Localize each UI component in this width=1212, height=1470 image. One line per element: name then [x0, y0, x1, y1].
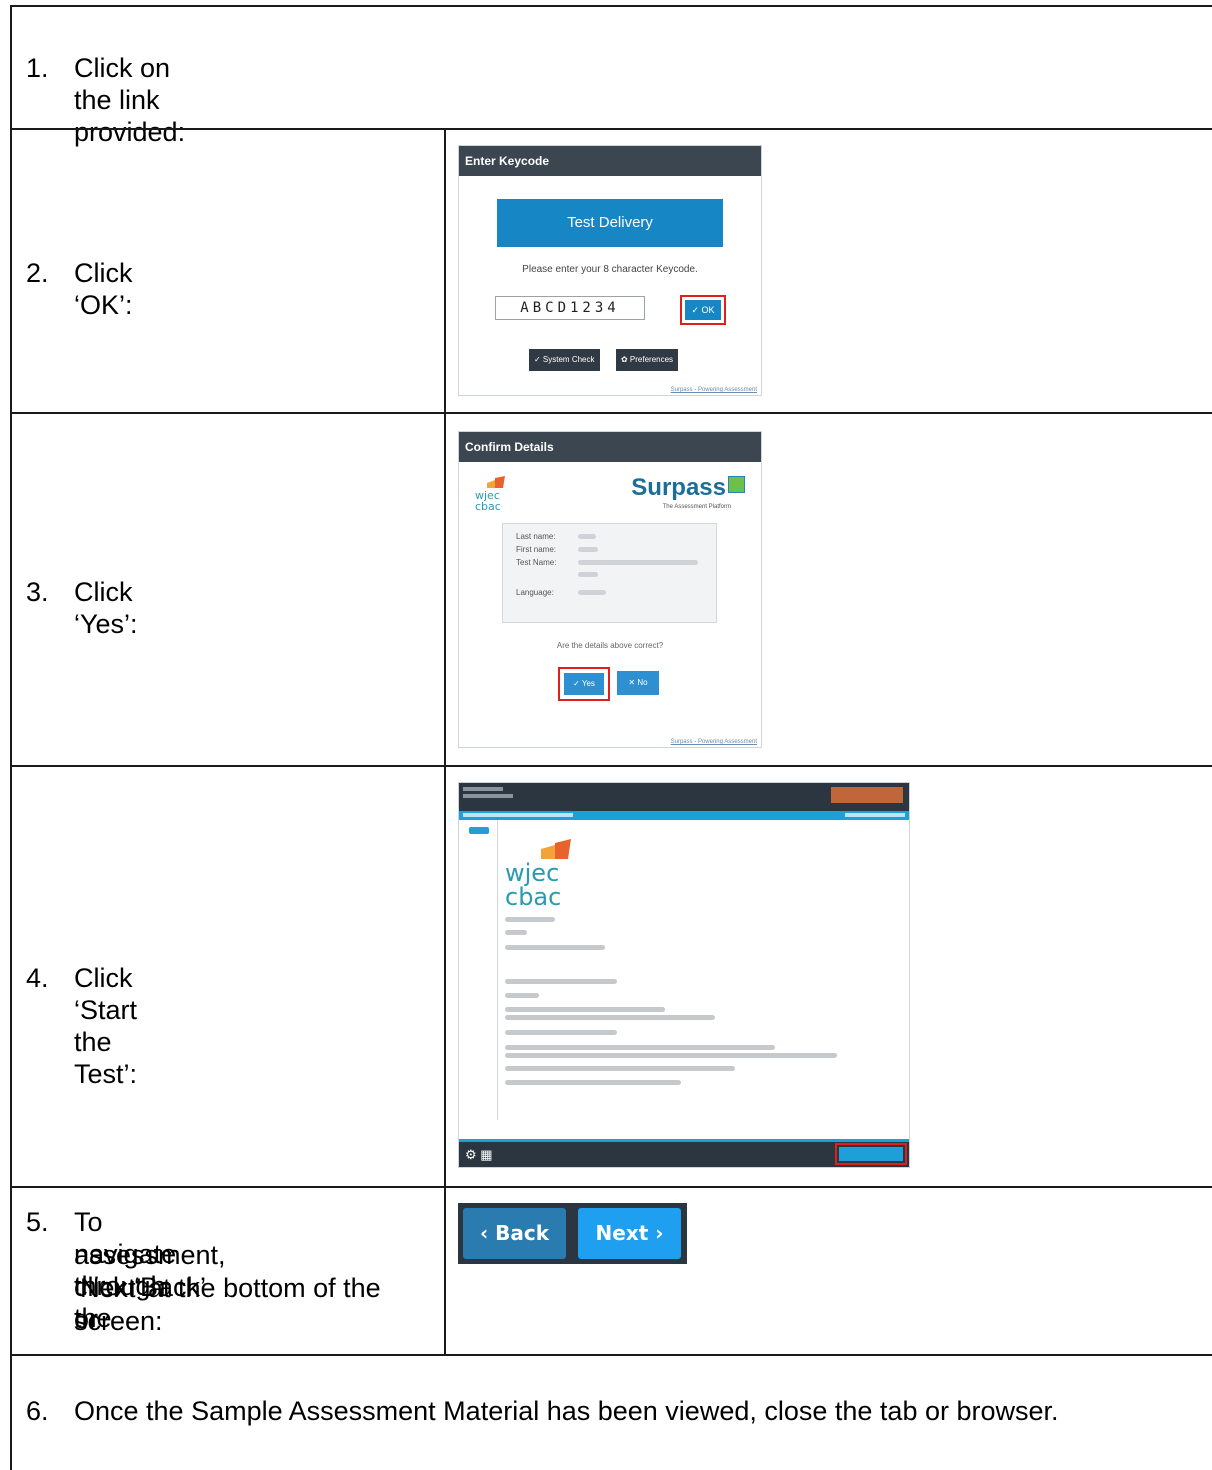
confirm-details-screenshot: Confirm Details wjec cbac Surpass The As…: [458, 431, 762, 748]
ok-highlight: ✓ OK: [680, 295, 726, 325]
step-text: Click ‘Start the Test’:: [74, 963, 138, 1089]
confirm-question: Are the details above correct?: [556, 641, 664, 650]
row-divider: [10, 1186, 1212, 1188]
next-button[interactable]: Next ›: [578, 1208, 681, 1259]
grid-icon[interactable]: ▦: [480, 1147, 492, 1162]
test-info-bar: [459, 811, 909, 820]
step-number: 4.: [26, 963, 49, 993]
surpass-brand: Surpass: [631, 474, 745, 502]
dialog-title: Enter Keycode: [459, 146, 761, 176]
step-text: Click on the link provided:: [74, 53, 186, 147]
page-tag[interactable]: [469, 827, 489, 834]
finish-test-button[interactable]: [831, 787, 903, 803]
keycode-dialog-screenshot: Enter Keycode Test Delivery Please enter…: [458, 145, 762, 396]
table-left-border: [10, 5, 12, 1470]
blurred-text: [505, 1045, 775, 1050]
table-top-border: [10, 5, 1212, 7]
no-button[interactable]: ✕ No: [617, 671, 659, 695]
system-check-button[interactable]: ✓ System Check: [529, 349, 600, 371]
blurred-text: [505, 993, 539, 998]
keycode-prompt: Please enter your 8 character Keycode.: [522, 264, 698, 275]
blurred-text: [505, 1053, 837, 1058]
row-divider: [10, 765, 1212, 767]
row-divider: [10, 1354, 1212, 1356]
wjec-logo: wjec cbac: [475, 476, 505, 513]
blurred-text: [505, 1080, 681, 1085]
step-text-line: screen:: [74, 1306, 163, 1336]
surpass-footer-link[interactable]: Surpass - Powering Assessment: [671, 739, 757, 745]
step-number: 2.: [26, 258, 49, 288]
blurred-text: [505, 930, 527, 935]
test-footer-bar: ⚙ ▦: [459, 1139, 909, 1167]
wjec-logo: wjec cbac: [505, 839, 571, 911]
instructions-table: 1. Click on the link provided: 2. Click …: [0, 0, 1212, 1470]
step-text: Click ‘Yes’:: [74, 577, 138, 639]
yes-highlight: ✓ Yes: [558, 667, 610, 701]
logo-text-bottom: cbac: [475, 500, 501, 513]
dialog-title: Confirm Details: [459, 432, 761, 462]
step-number: 1.: [26, 53, 49, 83]
column-divider: [444, 128, 446, 1356]
redacted-test-name: [463, 813, 573, 817]
redacted-value: [578, 534, 596, 539]
footer-tools: ⚙ ▦: [465, 1147, 493, 1163]
logo-text-bottom: cbac: [505, 883, 561, 911]
details-panel: Last name: First name: Test Name: Langua…: [502, 523, 717, 623]
test-header-bar: [459, 783, 909, 811]
last-name-label: Last name:: [516, 532, 556, 541]
blurred-text: [505, 1066, 735, 1071]
blurred-text: [505, 917, 555, 922]
redacted-candidate: [845, 813, 905, 817]
introduction-page-screenshot: wjec cbac ⚙ ▦: [458, 782, 910, 1168]
language-label: Language:: [516, 588, 554, 597]
surpass-subtitle: The Assessment Platform: [662, 504, 731, 510]
row-divider: [10, 412, 1212, 414]
back-button[interactable]: ‹ Back: [463, 1208, 566, 1259]
blurred-text: [505, 945, 605, 950]
step-text: Click ‘OK’:: [74, 258, 133, 320]
step-number: 6.: [26, 1396, 49, 1426]
keycode-input[interactable]: ABCD1234: [495, 296, 645, 320]
blurred-text: [505, 1007, 665, 1012]
redacted-value: [578, 547, 598, 552]
step-text: Once the Sample Assessment Material has …: [74, 1396, 1059, 1426]
yes-button[interactable]: ✓ Yes: [564, 673, 604, 695]
redacted-page-info: [463, 787, 503, 791]
surpass-logo-icon: [728, 476, 745, 493]
step-text-line: ‘Next’ at the bottom of the: [74, 1273, 381, 1303]
redacted-value: [578, 590, 606, 595]
blurred-text: [505, 1030, 617, 1035]
test-delivery-banner: Test Delivery: [497, 199, 723, 247]
surpass-brand-text: Surpass: [631, 474, 726, 501]
start-test-button[interactable]: [839, 1147, 903, 1161]
gear-icon[interactable]: ⚙: [465, 1147, 477, 1162]
first-name-label: First name:: [516, 545, 557, 554]
blurred-text: [505, 979, 617, 984]
test-name-label: Test Name:: [516, 558, 557, 567]
redacted-section-info: [463, 794, 513, 798]
preferences-button[interactable]: ✿ Preferences: [616, 349, 679, 371]
redacted-value: [578, 572, 598, 577]
redacted-value: [578, 560, 698, 565]
back-next-screenshot: ‹ Back Next ›: [458, 1203, 687, 1264]
row-divider: [10, 128, 1212, 130]
surpass-footer-link[interactable]: Surpass - Powering Assessment: [671, 387, 757, 393]
step-number: 3.: [26, 577, 49, 607]
start-test-highlight: [835, 1143, 907, 1165]
ok-button[interactable]: ✓ OK: [685, 300, 721, 320]
step-number: 5.: [26, 1207, 49, 1237]
blurred-text: [505, 1015, 715, 1020]
